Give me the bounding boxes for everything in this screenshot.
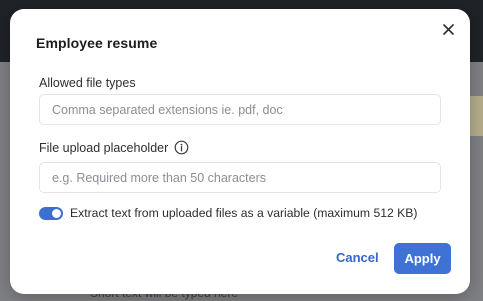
info-icon[interactable] (174, 140, 189, 155)
extract-text-toggle[interactable] (39, 206, 63, 220)
close-button[interactable] (439, 20, 457, 38)
upload-placeholder-label-row: File upload placeholder (39, 140, 189, 155)
apply-button[interactable]: Apply (394, 243, 451, 274)
cancel-button[interactable]: Cancel (336, 250, 379, 265)
allowed-file-types-label: Allowed file types (39, 76, 136, 90)
extract-text-label: Extract text from uploaded files as a va… (70, 206, 418, 220)
extract-text-row: Extract text from uploaded files as a va… (39, 206, 418, 220)
upload-placeholder-input[interactable] (39, 162, 441, 193)
close-icon (442, 23, 454, 35)
employee-resume-dialog: Employee resume Allowed file types File … (10, 9, 470, 294)
background-highlight-strip (468, 96, 483, 136)
toggle-knob (52, 208, 61, 218)
allowed-file-types-input[interactable] (39, 94, 441, 125)
dialog-title: Employee resume (36, 35, 158, 51)
upload-placeholder-label: File upload placeholder (39, 140, 169, 155)
